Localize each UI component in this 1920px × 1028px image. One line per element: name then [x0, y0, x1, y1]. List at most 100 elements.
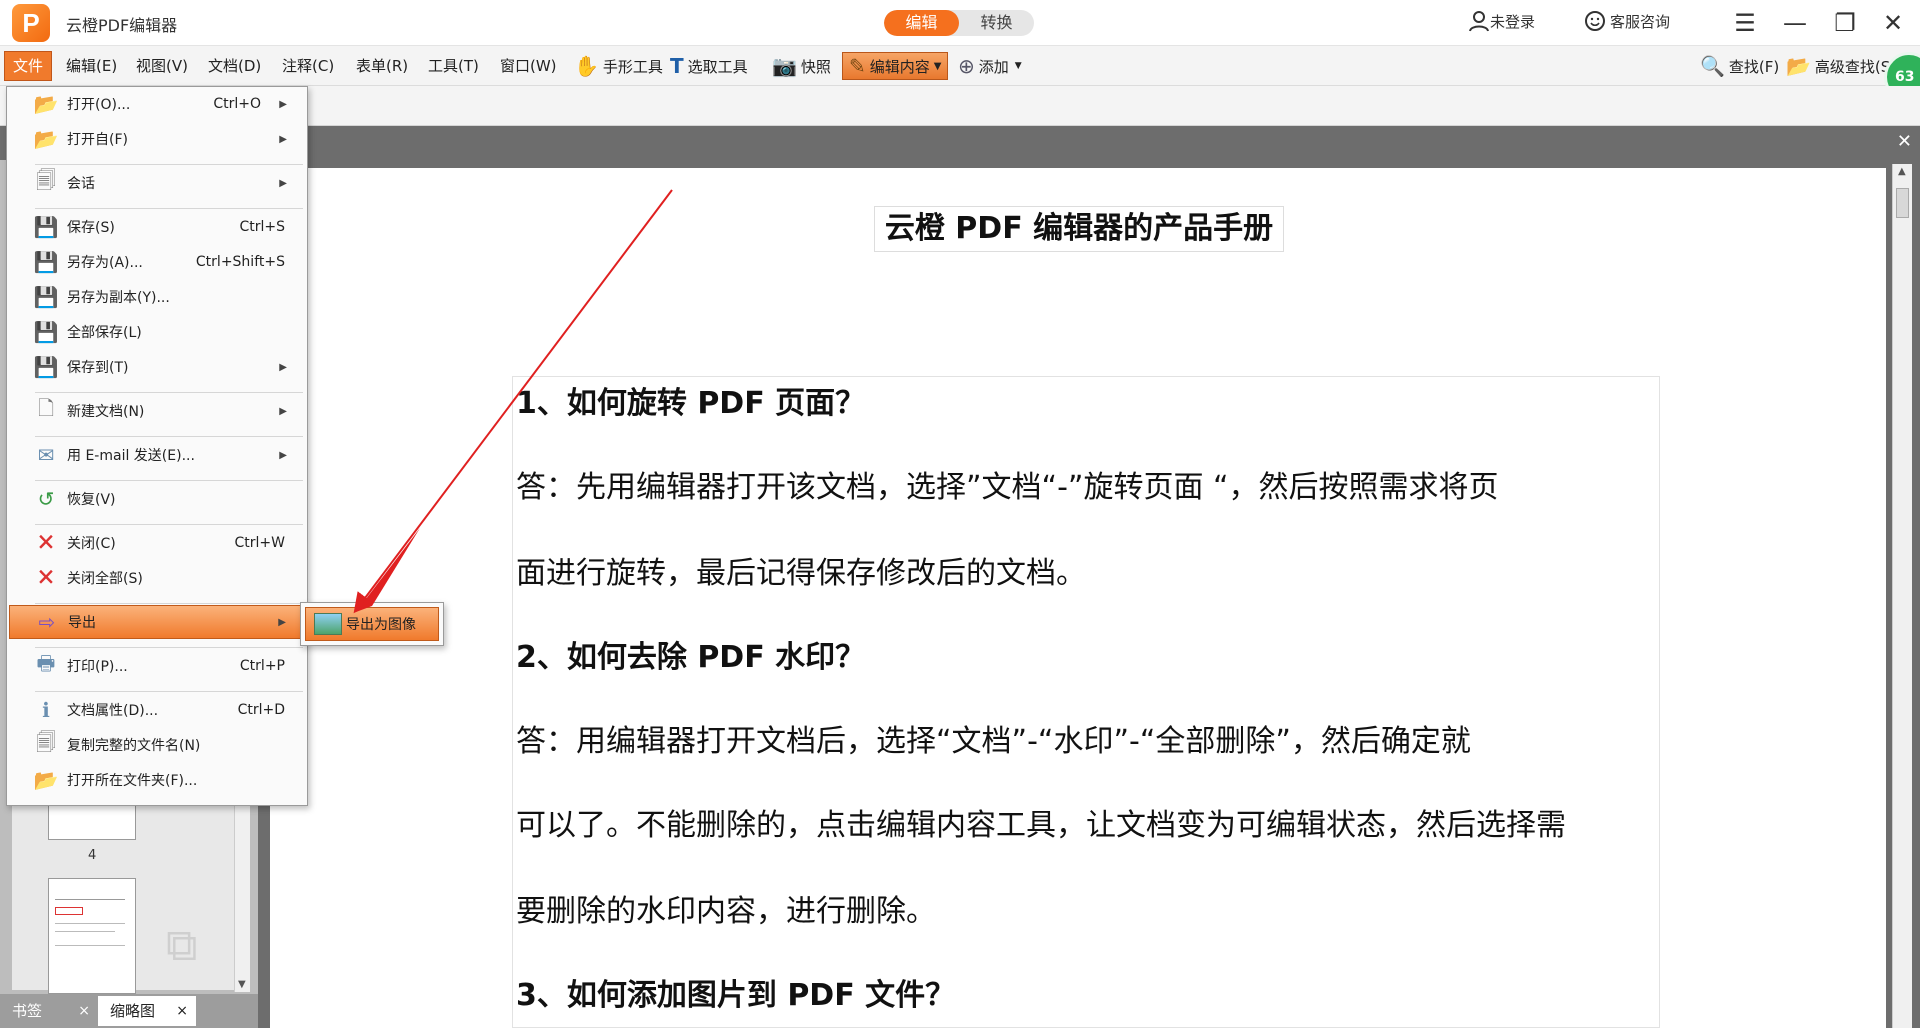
file-menu-session-label: 会话	[67, 176, 95, 192]
file-menu-print[interactable]: 🖶 打印(P)... Ctrl+P	[9, 649, 305, 683]
file-menu-save-all[interactable]: 💾 全部保存(L)	[9, 315, 305, 349]
submenu-arrow-icon: ▶	[279, 177, 287, 189]
session-icon: 🗐	[36, 168, 56, 192]
file-menu-open-from-label: 打开自(F)	[67, 132, 128, 148]
file-menu-dropdown: 📂 打开(O)... Ctrl+O ▶ 📂 打开自(F) ▶ 🗐 会话 ▶ 💾 …	[6, 86, 308, 806]
file-menu-export[interactable]: ⇨ 导出 ▶	[9, 605, 305, 639]
folder-open-icon: 📂	[33, 92, 59, 116]
login-button[interactable]: 未登录	[1468, 10, 1535, 32]
menu-icon[interactable]: ☰	[1728, 6, 1762, 40]
mode-toggle: 编辑 转换	[884, 10, 1034, 36]
select-tool-button[interactable]: T 选取工具	[670, 52, 748, 80]
menu-window[interactable]: 窗口(W)	[496, 54, 561, 78]
export-to-image-label: 导出为图像	[346, 617, 416, 633]
save-all-icon: 💾	[33, 320, 59, 344]
add-button[interactable]: ⊕ 添加 ▼	[958, 52, 1022, 80]
mode-edit-button[interactable]: 编辑	[884, 10, 959, 36]
folder-search-icon: 📂	[1786, 54, 1811, 78]
close-tab-icon[interactable]: ×	[78, 996, 90, 1026]
file-menu-save-as[interactable]: 💾 另存为(A)... Ctrl+Shift+S	[9, 245, 305, 279]
find-label: 查找(F)	[1728, 57, 1780, 76]
file-menu-close[interactable]: 🗙 关闭(C) Ctrl+W	[9, 526, 305, 560]
panel-tabs: 书签 × 缩略图 ×	[0, 994, 258, 1028]
shortcut-label: Ctrl+Shift+S	[195, 254, 285, 270]
file-menu-save-to[interactable]: 💾 保存到(T) ▶	[9, 350, 305, 384]
file-menu-copy-path-label: 复制完整的文件名(N)	[67, 738, 201, 754]
add-label: 添加	[978, 57, 1009, 76]
menu-divider	[35, 603, 303, 604]
menu-comment[interactable]: 注释(C)	[278, 54, 338, 78]
file-menu-save[interactable]: 💾 保存(S) Ctrl+S	[9, 210, 305, 244]
minimize-icon[interactable]: —	[1778, 6, 1812, 40]
app-title: 云橙PDF编辑器	[66, 16, 178, 35]
find-icon: 🔍	[1700, 54, 1725, 78]
mode-convert-button[interactable]: 转换	[959, 10, 1034, 36]
file-menu-copy-path[interactable]: 🗐 复制完整的文件名(N)	[9, 728, 305, 762]
close-icon[interactable]: ✕	[1876, 6, 1910, 40]
file-menu-close-all[interactable]: 🗙 关闭全部(S)	[9, 561, 305, 595]
document-scrollbar[interactable]: ▲	[1892, 164, 1912, 1028]
close-document-icon[interactable]: ✕	[1897, 131, 1912, 152]
scroll-down-icon[interactable]: ▼	[238, 979, 246, 990]
edit-content-button[interactable]: ✎ 编辑内容 ▼	[842, 52, 949, 80]
menu-divider	[35, 524, 303, 525]
file-menu-open-from[interactable]: 📂 打开自(F) ▶	[9, 122, 305, 156]
file-menu-save-as-label: 另存为(A)...	[67, 255, 143, 271]
menu-file[interactable]: 文件	[4, 51, 53, 81]
snapshot-button[interactable]: 📷 快照	[772, 52, 831, 80]
file-menu-email[interactable]: ✉ 用 E-mail 发送(E)... ▶	[9, 438, 305, 472]
close-document-icon: 🗙	[38, 528, 54, 552]
file-menu-save-to-label: 保存到(T)	[67, 360, 129, 376]
close-tab-icon[interactable]: ×	[176, 996, 188, 1026]
hand-tool-button[interactable]: ✋ 手形工具	[574, 52, 663, 80]
file-menu-print-label: 打印(P)...	[67, 659, 128, 675]
file-menu-save-all-label: 全部保存(L)	[67, 325, 142, 341]
submenu-arrow-icon: ▶	[278, 616, 286, 628]
folder-globe-icon: 📂	[33, 127, 59, 151]
menu-tools[interactable]: 工具(T)	[424, 54, 483, 78]
file-menu-revert[interactable]: ↺ 恢复(V)	[9, 482, 305, 516]
email-icon: ✉	[37, 443, 55, 467]
pages-watermark-icon: ⧉	[166, 920, 198, 971]
file-menu-open[interactable]: 📂 打开(O)... Ctrl+O ▶	[9, 87, 305, 121]
shortcut-label: Ctrl+W	[234, 535, 285, 551]
file-menu-open-folder[interactable]: 📂 打开所在文件夹(F)...	[9, 763, 305, 797]
file-menu-session[interactable]: 🗐 会话 ▶	[9, 166, 305, 200]
scroll-up-icon[interactable]: ▲	[1898, 166, 1906, 177]
file-menu-export-label: 导出	[68, 615, 96, 631]
menu-divider	[35, 164, 303, 165]
menu-form[interactable]: 表单(R)	[352, 54, 412, 78]
file-menu-save-copy[interactable]: 💾 另存为副本(Y)...	[9, 280, 305, 314]
file-menu-open-folder-label: 打开所在文件夹(F)...	[67, 773, 198, 789]
shortcut-label: Ctrl+O	[213, 96, 261, 112]
menu-divider	[35, 480, 303, 481]
menu-edit[interactable]: 编辑(E)	[62, 54, 121, 78]
tab-bookmark[interactable]: 书签 ×	[0, 996, 98, 1026]
answer-1-line-1: 答：先用编辑器打开该文档，选择”文档“-”旋转页面 “，然后按照需求将页	[516, 470, 1499, 505]
menu-divider	[35, 208, 303, 209]
submenu-arrow-icon: ▶	[279, 133, 287, 145]
tab-thumbnail[interactable]: 缩略图 ×	[98, 996, 196, 1026]
file-menu-new-document[interactable]: 🗋 新建文档(N) ▶	[9, 394, 305, 428]
chevron-down-icon: ▼	[1014, 61, 1022, 71]
find-button[interactable]: 🔍 查找(F)	[1700, 52, 1779, 80]
submenu-arrow-icon: ▶	[279, 405, 287, 417]
answer-2-line-1: 答：用编辑器打开文档后，选择“文档”-“水印”-“全部删除”，然后确定就	[516, 724, 1471, 759]
open-folder-icon: 📂	[33, 768, 59, 792]
submenu-arrow-icon: ▶	[279, 449, 287, 461]
menu-view[interactable]: 视图(V)	[132, 54, 192, 78]
page-thumbnail[interactable]	[48, 878, 136, 994]
advanced-find-button[interactable]: 📂 高级查找(S)	[1786, 52, 1896, 80]
restore-icon[interactable]: ❐	[1828, 6, 1862, 40]
menu-document[interactable]: 文档(D)	[204, 54, 265, 78]
support-button[interactable]: 客服咨询	[1584, 10, 1670, 32]
copy-path-icon: 🗐	[36, 730, 56, 754]
file-menu-properties[interactable]: ℹ 文档属性(D)... Ctrl+D	[9, 693, 305, 727]
menu-divider	[35, 392, 303, 393]
tab-bookmark-label: 书签	[12, 1002, 43, 1020]
export-to-image-button[interactable]: 导出为图像	[305, 607, 439, 641]
edit-content-label: 编辑内容	[869, 57, 930, 76]
title-bar: P 云橙PDF编辑器 编辑 转换 未登录 客服咨询 ☰ — ❐ ✕	[0, 0, 1920, 46]
scrollbar-thumb[interactable]	[1896, 188, 1909, 218]
support-label: 客服咨询	[1610, 12, 1671, 31]
